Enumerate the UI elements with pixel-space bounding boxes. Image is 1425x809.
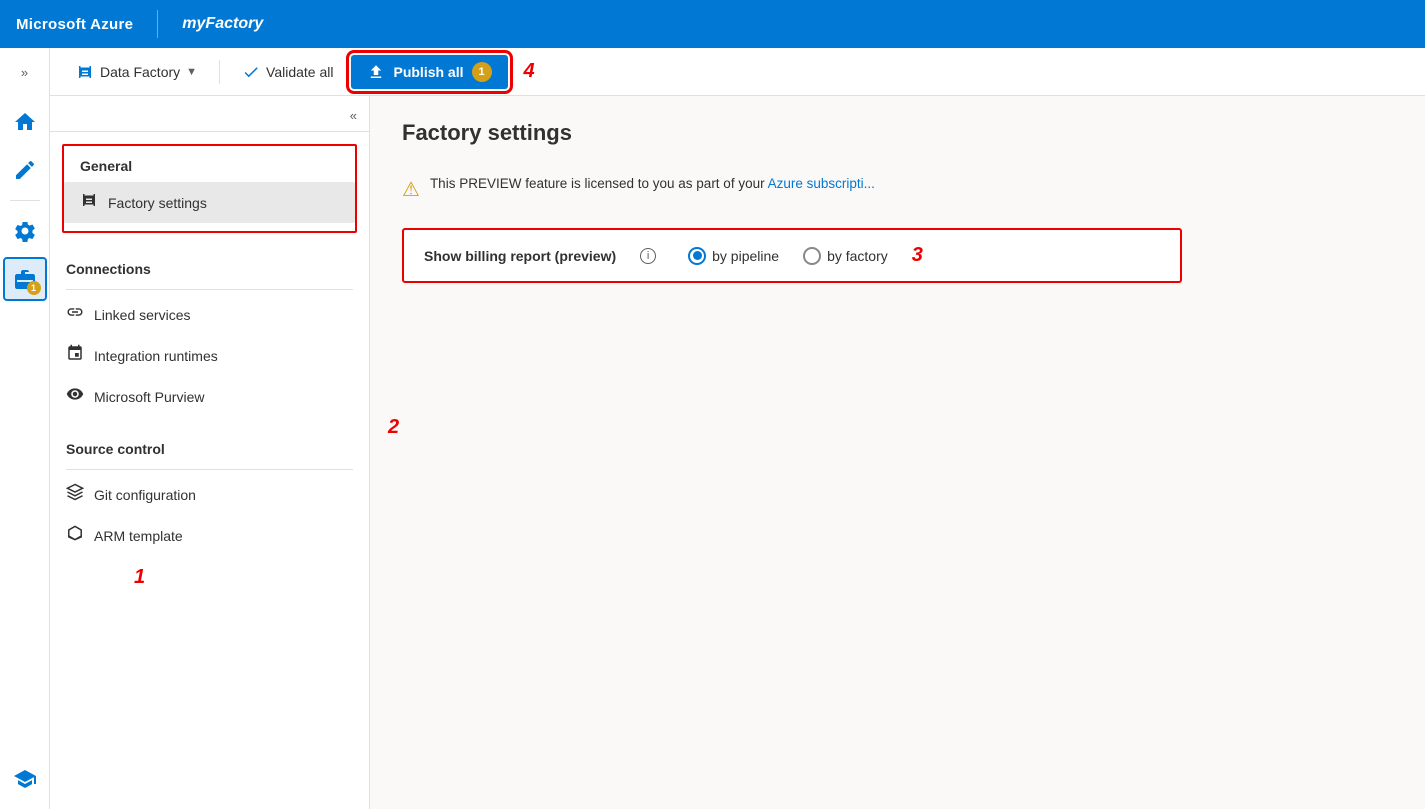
factory-settings-label: Factory settings [108,195,207,211]
panel-layout: « General Factory settings 2 [50,96,1425,809]
purview-icon [66,385,84,408]
integration-runtimes-label: Integration runtimes [94,348,218,364]
factory-name-label: myFactory [182,15,263,33]
annotation-4: 4 [524,60,535,83]
graduation-icon [13,767,37,791]
info-icon[interactable]: i [640,248,656,264]
radio-circle-factory [803,247,821,265]
sidebar-divider [10,200,40,201]
home-icon [13,110,37,134]
validate-all-button[interactable]: Validate all [232,57,343,87]
toolbar-divider-1 [219,60,220,84]
publish-label: Publish all [393,64,463,80]
linked-services-label: Linked services [94,307,191,323]
topbar: Microsoft Azure myFactory [0,0,1425,48]
validate-label: Validate all [266,64,333,80]
radio-factory-label: by factory [827,248,888,264]
arm-template-icon [66,524,84,547]
nav-icon-toolbox[interactable]: 1 [3,257,47,301]
source-control-divider [66,469,353,470]
microsoft-purview-label: Microsoft Purview [94,389,204,405]
integration-runtimes-icon [66,344,84,367]
nav-icon-gear[interactable] [3,209,47,253]
radio-pipeline-label: by pipeline [712,248,779,264]
source-control-section: Source control Git configuration [50,425,369,564]
annotation-3: 3 [912,244,923,267]
collapse-button[interactable]: « [346,104,361,127]
left-panel: « General Factory settings 2 [50,96,370,809]
sidebar-expand-button[interactable]: » [5,56,45,88]
linked-services-item[interactable]: Linked services [50,294,369,335]
gear-icon [13,219,37,243]
connections-header: Connections [50,245,369,285]
radio-by-pipeline[interactable]: by pipeline [688,247,779,265]
arm-template-item[interactable]: ARM template [50,515,369,556]
page-title: Factory settings [402,120,1393,146]
publish-all-button[interactable]: Publish all 1 [351,55,507,89]
data-factory-icon [76,63,94,81]
arm-template-label: ARM template [94,528,183,544]
main-toolbar: Data Factory ▼ Validate all Publish all … [50,48,1425,96]
main-layout: » 1 [0,48,1425,809]
data-factory-dropdown[interactable]: Data Factory ▼ [66,57,207,87]
git-icon [66,483,84,506]
microsoft-purview-item[interactable]: Microsoft Purview [50,376,369,417]
toolbox-badge: 1 [27,281,41,295]
annotation-2: 2 [388,416,399,439]
brand-label: Microsoft Azure [16,16,133,33]
factory-settings-icon [80,191,98,214]
radio-circle-pipeline [688,247,706,265]
annotation-1: 1 [134,566,145,589]
linked-services-icon [66,303,84,326]
nav-icon-home[interactable] [3,100,47,144]
data-factory-label: Data Factory [100,64,180,80]
content-area: Data Factory ▼ Validate all Publish all … [50,48,1425,809]
topbar-divider [157,10,158,38]
warning-icon: ⚠ [402,177,420,202]
azure-link[interactable]: Azure subscripti... [768,176,875,191]
warning-box: ⚠ This PREVIEW feature is licensed to yo… [402,166,1393,212]
warning-text: This PREVIEW feature is licensed to you … [430,176,875,191]
publish-icon [367,63,385,81]
left-panel-header: « [50,96,369,132]
nav-icon-edit[interactable] [3,148,47,192]
connections-divider [66,289,353,290]
connections-section: Connections Linked services [50,245,369,425]
source-control-header: Source control [50,425,369,465]
nav-icon-learn[interactable] [3,757,47,801]
radio-group: by pipeline by factory [688,247,888,265]
pencil-icon [13,158,37,182]
general-section-header: General [64,146,355,182]
data-factory-chevron: ▼ [186,66,197,78]
git-configuration-label: Git configuration [94,487,196,503]
billing-label: Show billing report (preview) [424,248,616,264]
integration-runtimes-item[interactable]: Integration runtimes [50,335,369,376]
git-configuration-item[interactable]: Git configuration [50,474,369,515]
validate-icon [242,63,260,81]
right-panel: Factory settings ⚠ This PREVIEW feature … [370,96,1425,809]
factory-settings-item[interactable]: Factory settings [64,182,355,223]
publish-badge: 1 [472,62,492,82]
billing-report-box: Show billing report (preview) i by pipel… [402,228,1182,283]
general-menu-box: General Factory settings [62,144,357,233]
radio-by-factory[interactable]: by factory [803,247,888,265]
icon-sidebar: » 1 [0,48,50,809]
